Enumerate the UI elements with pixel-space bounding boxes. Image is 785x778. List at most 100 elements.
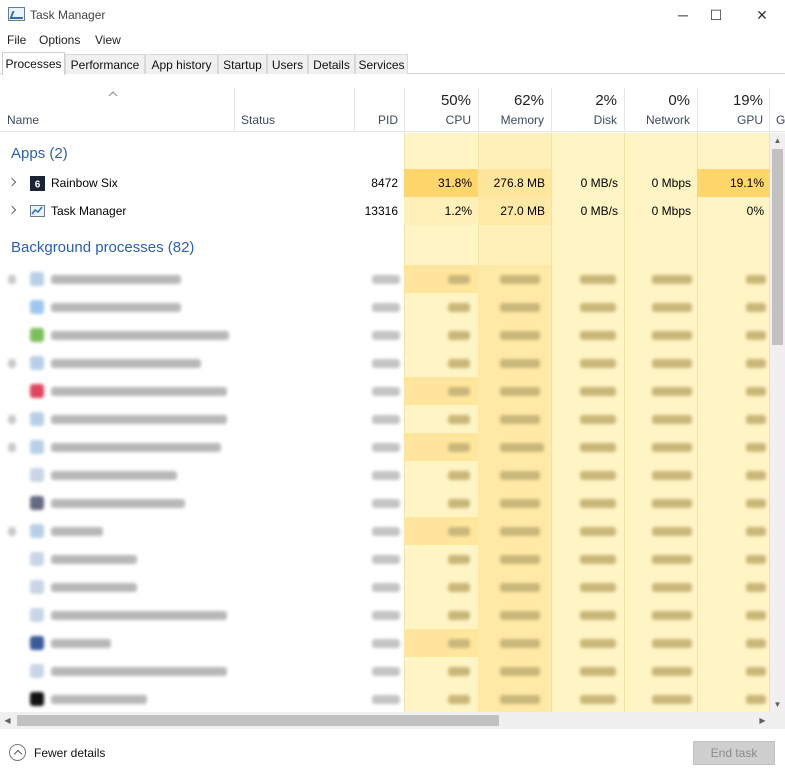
obscured-content bbox=[746, 695, 766, 704]
obscured-content bbox=[500, 695, 540, 704]
obscured-content bbox=[580, 303, 616, 312]
obscured-content bbox=[30, 580, 44, 594]
tab-services[interactable]: Services bbox=[355, 54, 408, 74]
obscured-content bbox=[746, 415, 766, 424]
obscured-content bbox=[8, 527, 16, 536]
table-row[interactable] bbox=[0, 685, 770, 712]
table-row[interactable] bbox=[0, 461, 770, 489]
scroll-down-icon[interactable]: ▼ bbox=[770, 697, 785, 712]
tab-startup[interactable]: Startup bbox=[218, 54, 267, 74]
table-row[interactable] bbox=[0, 433, 770, 461]
column-status[interactable]: Status bbox=[241, 113, 275, 127]
obscured-content bbox=[372, 583, 400, 592]
end-task-button[interactable]: End task bbox=[693, 741, 775, 765]
obscured-content bbox=[448, 443, 470, 452]
obscured-content bbox=[372, 555, 400, 564]
table-row[interactable] bbox=[0, 545, 770, 573]
menu-file[interactable]: File bbox=[7, 33, 26, 47]
table-row[interactable] bbox=[0, 517, 770, 545]
table-row[interactable] bbox=[0, 601, 770, 629]
obscured-content bbox=[652, 331, 692, 340]
scroll-right-icon[interactable]: ▶ bbox=[755, 713, 770, 728]
obscured-content bbox=[30, 272, 44, 286]
column-pid[interactable]: PID bbox=[354, 113, 398, 127]
obscured-content bbox=[448, 275, 470, 284]
process-list: Apps (2) 6 Rainbow Six 8472 31.8% 276.8 … bbox=[0, 133, 770, 712]
column-gpu-engine[interactable]: G bbox=[776, 113, 785, 127]
pid-cell: 8472 bbox=[371, 176, 398, 190]
obscured-content bbox=[372, 303, 400, 312]
expand-chevron-icon[interactable] bbox=[7, 177, 17, 187]
close-button[interactable]: ✕ bbox=[739, 0, 785, 30]
scrollbar-corner bbox=[770, 712, 785, 729]
obscured-content bbox=[500, 611, 540, 620]
obscured-content bbox=[30, 384, 44, 398]
tab-users[interactable]: Users bbox=[267, 54, 308, 74]
obscured-content bbox=[746, 443, 766, 452]
obscured-content bbox=[372, 275, 400, 284]
column-name[interactable]: Name bbox=[7, 113, 39, 127]
obscured-content bbox=[448, 331, 470, 340]
menu-view[interactable]: View bbox=[95, 33, 121, 47]
horizontal-scrollbar[interactable]: ◀ ▶ bbox=[0, 712, 770, 729]
obscured-content bbox=[30, 440, 44, 454]
table-row[interactable] bbox=[0, 377, 770, 405]
fewer-details-link[interactable]: Fewer details bbox=[34, 746, 105, 760]
cpu-percent: 50% bbox=[440, 92, 471, 109]
column-memory[interactable]: Memory bbox=[478, 113, 544, 127]
scroll-left-icon[interactable]: ◀ bbox=[0, 713, 15, 728]
table-row[interactable] bbox=[0, 265, 770, 293]
obscured-content bbox=[448, 499, 470, 508]
menu-options[interactable]: Options bbox=[39, 33, 80, 47]
obscured-content bbox=[500, 555, 540, 564]
tab-app-history[interactable]: App history bbox=[145, 54, 218, 74]
table-row[interactable] bbox=[0, 573, 770, 601]
obscured-content bbox=[652, 471, 692, 480]
table-row[interactable]: 6 Rainbow Six 8472 31.8% 276.8 MB 0 MB/s… bbox=[0, 169, 770, 197]
obscured-content bbox=[448, 611, 470, 620]
column-disk[interactable]: Disk bbox=[551, 113, 617, 127]
table-row[interactable] bbox=[0, 405, 770, 433]
obscured-content bbox=[30, 664, 44, 678]
gpu-cell: 0% bbox=[746, 204, 764, 218]
table-row[interactable] bbox=[0, 349, 770, 377]
table-row[interactable] bbox=[0, 293, 770, 321]
obscured-content bbox=[746, 555, 766, 564]
column-network[interactable]: Network bbox=[624, 113, 690, 127]
obscured-content bbox=[372, 667, 400, 676]
obscured-content bbox=[500, 443, 544, 452]
tab-details[interactable]: Details bbox=[308, 54, 355, 74]
tab-processes[interactable]: Processes bbox=[2, 52, 65, 75]
obscured-content bbox=[30, 328, 44, 342]
table-row[interactable] bbox=[0, 657, 770, 685]
obscured-content bbox=[51, 387, 227, 396]
obscured-content bbox=[746, 499, 766, 508]
obscured-content bbox=[30, 300, 44, 314]
obscured-content bbox=[372, 415, 400, 424]
column-gpu[interactable]: GPU bbox=[697, 113, 763, 127]
obscured-content bbox=[580, 667, 616, 676]
tab-performance[interactable]: Performance bbox=[65, 54, 145, 74]
scroll-up-icon[interactable]: ▲ bbox=[770, 133, 785, 148]
table-row[interactable] bbox=[0, 629, 770, 657]
table-row[interactable]: Task Manager 13316 1.2% 27.0 MB 0 MB/s 0… bbox=[0, 197, 770, 225]
horizontal-scroll-thumb[interactable] bbox=[17, 715, 499, 726]
maximize-button[interactable]: ☐ bbox=[693, 0, 739, 30]
table-row[interactable] bbox=[0, 321, 770, 349]
vertical-scrollbar[interactable]: ▲ ▼ bbox=[770, 133, 785, 712]
obscured-content bbox=[51, 331, 229, 340]
obscured-content bbox=[8, 359, 16, 368]
window-title: Task Manager bbox=[30, 8, 106, 22]
expand-chevron-icon[interactable] bbox=[7, 205, 17, 215]
obscured-content bbox=[448, 527, 470, 536]
obscured-content bbox=[8, 275, 16, 284]
column-cpu[interactable]: CPU bbox=[404, 113, 471, 127]
table-row[interactable] bbox=[0, 489, 770, 517]
obscured-content bbox=[500, 499, 540, 508]
obscured-content bbox=[652, 499, 692, 508]
vertical-scroll-thumb[interactable] bbox=[772, 149, 783, 345]
obscured-content bbox=[746, 583, 766, 592]
obscured-content bbox=[580, 555, 616, 564]
collapse-circle-icon[interactable] bbox=[9, 744, 26, 761]
obscured-content bbox=[580, 387, 616, 396]
